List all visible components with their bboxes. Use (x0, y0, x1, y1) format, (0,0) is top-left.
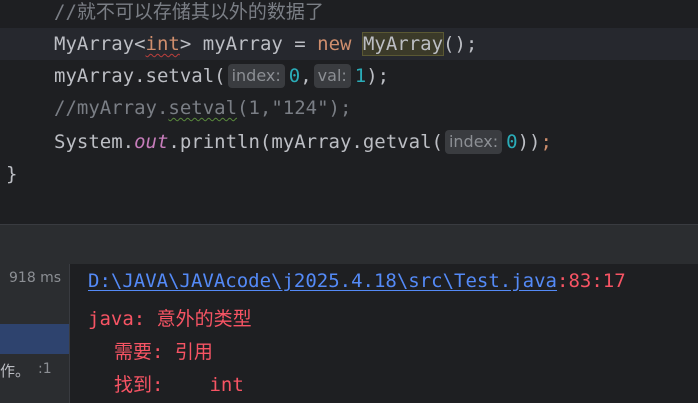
selected-tree-row[interactable] (0, 324, 69, 354)
parameter-hint-index: index: (227, 64, 285, 88)
tree-item-label[interactable]: 作。 (0, 360, 30, 381)
generic-type-int: int (145, 33, 180, 55)
println-call: .println(myArray.getval( (168, 131, 443, 153)
error-line-col: :83:17 (557, 270, 626, 292)
argument-index: 0 (288, 65, 301, 87)
code-editor[interactable]: //就不可以存储其以外的数据了 MyArray<int> myArray = n… (0, 0, 698, 224)
semicolon: ; (540, 131, 552, 153)
argument-val: 1 (354, 65, 367, 87)
constructor-call-tail: (); (443, 33, 478, 55)
variable-declaration: myArray = (191, 33, 318, 55)
generic-open: < (134, 33, 146, 55)
parameter-hint-index: index: (444, 130, 503, 154)
system-class: System. (54, 131, 135, 153)
found-value: int (209, 374, 244, 396)
tree-item-count: :1 (38, 361, 52, 377)
parameter-hint-val: val: (313, 64, 351, 88)
static-field-out: out (134, 131, 169, 153)
code-line-setval[interactable]: myArray.setval(index: 0, val: 1); (0, 60, 698, 92)
code-line-println[interactable]: System.out.println(myArray.getval(index:… (0, 126, 698, 158)
generic-close: > (179, 33, 192, 55)
code-line-comment[interactable]: //就不可以存储其以外的数据了 (0, 0, 698, 28)
comment-text: //就不可以存储其以外的数据了 (54, 1, 324, 23)
class-name: MyArray (54, 33, 135, 55)
error-location-line: D:\JAVA\JAVAcode\j2025.4.18\src\Test.jav… (88, 270, 626, 292)
setval-call: myArray.setval( (54, 65, 226, 87)
error-message: java: 意外的类型 (88, 308, 252, 330)
comment-prefix: //myArray. (54, 97, 169, 119)
code-line-commented-call[interactable]: //myArray.setval(1,"124"); (0, 92, 698, 124)
code-line-declaration[interactable]: MyArray<int> myArray = new MyArray(); (0, 28, 698, 60)
required-label: 需要: 引用 (114, 341, 213, 363)
code-line-closing-brace[interactable]: } (0, 158, 698, 190)
found-label: 找到: (114, 374, 164, 396)
build-timing: 918 ms (9, 270, 62, 286)
comment-tail: (1,"124"); (237, 97, 352, 119)
tool-window-header (0, 224, 698, 265)
error-file-link[interactable]: D:\JAVA\JAVAcode\j2025.4.18\src\Test.jav… (88, 270, 557, 292)
new-keyword: new (317, 33, 352, 55)
closing-brace: } (6, 163, 18, 185)
found-line: 找到: int (114, 370, 244, 397)
argument-index: 0 (506, 131, 518, 153)
console-output[interactable]: D:\JAVA\JAVAcode\j2025.4.18\src\Test.jav… (70, 264, 698, 403)
class-name-highlighted: MyArray (361, 32, 445, 56)
comment-method: setval (168, 97, 238, 119)
